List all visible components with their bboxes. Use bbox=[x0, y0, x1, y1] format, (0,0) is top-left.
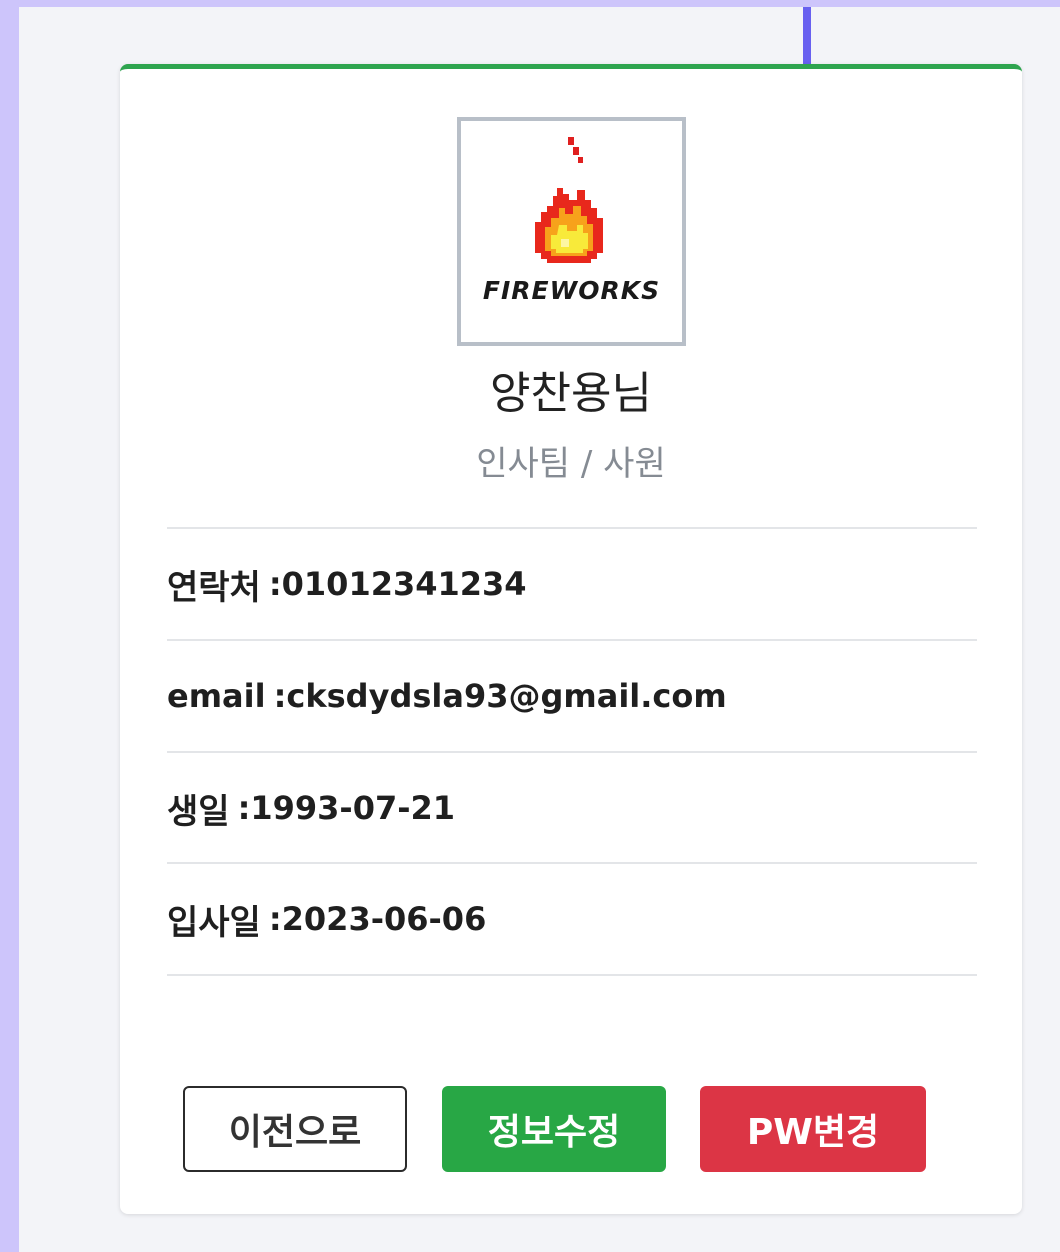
info-value: cksdydsla93@gmail.com bbox=[286, 677, 727, 715]
info-label: email bbox=[167, 677, 266, 715]
user-name: 양찬용님 bbox=[490, 368, 652, 419]
profile-card: FIREWORKS 양찬용님 인사팀 / 사원 연락처 : 0101234123… bbox=[120, 64, 1022, 1214]
divider bbox=[167, 974, 977, 976]
info-row-phone: 연락처 : 01012341234 bbox=[167, 527, 977, 639]
info-value: 2023-06-06 bbox=[281, 900, 487, 938]
info-value: 01012341234 bbox=[281, 565, 527, 603]
info-value: 1993-07-21 bbox=[250, 789, 456, 827]
info-row-email: email : cksdydsla93@gmail.com bbox=[167, 639, 977, 751]
company-logo: FIREWORKS bbox=[457, 117, 686, 346]
page-background: FIREWORKS 양찬용님 인사팀 / 사원 연락처 : 0101234123… bbox=[19, 7, 1060, 1252]
info-label: 입사일 bbox=[167, 902, 261, 943]
logo-text: FIREWORKS bbox=[482, 276, 661, 305]
change-password-button[interactable]: PW변경 bbox=[700, 1086, 926, 1172]
info-separator: : bbox=[237, 789, 251, 827]
info-separator: : bbox=[268, 900, 282, 938]
info-row-birthday: 생일 : 1993-07-21 bbox=[167, 751, 977, 863]
info-separator: : bbox=[268, 565, 282, 603]
back-button[interactable]: 이전으로 bbox=[183, 1086, 407, 1172]
info-row-hire-date: 입사일 : 2023-06-06 bbox=[167, 862, 977, 974]
fire-icon bbox=[535, 137, 603, 263]
info-separator: : bbox=[273, 677, 287, 715]
edit-info-button[interactable]: 정보수정 bbox=[442, 1086, 666, 1172]
info-label: 생일 bbox=[167, 791, 230, 832]
info-label: 연락처 bbox=[167, 567, 261, 608]
user-department: 인사팀 / 사원 bbox=[476, 444, 666, 484]
